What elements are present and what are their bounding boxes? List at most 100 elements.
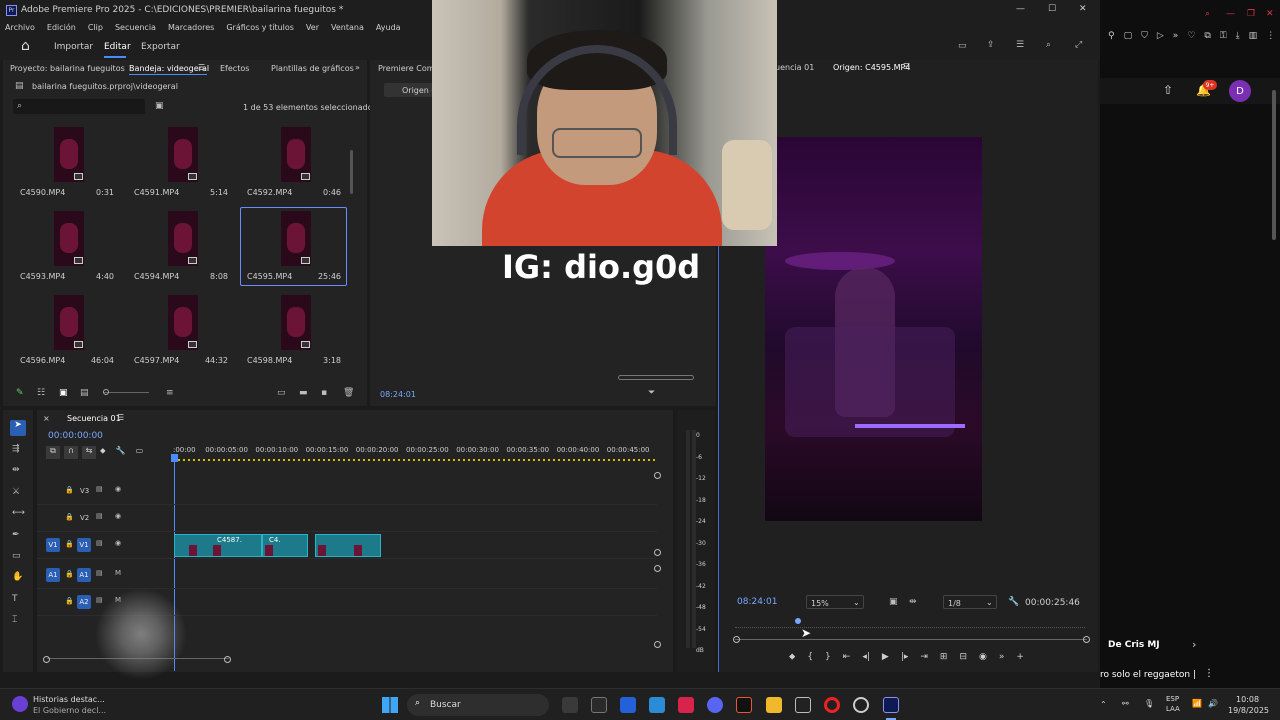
sync-lock-icon[interactable]: ▤ (96, 539, 103, 547)
panel-layout-icon[interactable]: ▭ (958, 41, 967, 51)
search-icon[interactable]: ⌕ (1046, 40, 1051, 50)
lang-esp[interactable]: ESP (1166, 695, 1179, 703)
track-label-v1[interactable]: V1 (77, 538, 91, 552)
media-item[interactable]: C4596.MP4 46:04 (13, 293, 118, 369)
media-item[interactable]: C4590.MP4 0:31 (13, 125, 118, 201)
tab-proyecto[interactable]: Proyecto: bailarina fueguitos (10, 64, 125, 73)
hand-icon[interactable]: ✋ (12, 572, 23, 582)
windows-start-icon[interactable] (382, 697, 398, 713)
media-item[interactable]: C4594.MP4 8:08 (127, 209, 232, 285)
go-to-out-icon[interactable]: ⇥ (920, 652, 928, 662)
ripple-edit-icon[interactable]: ⇹ (12, 465, 20, 475)
mute-icon[interactable]: M (115, 569, 121, 577)
new-folder-icon[interactable]: ▬ (299, 388, 308, 398)
tiktok-icon[interactable] (736, 697, 752, 713)
track-label-v3[interactable]: V3 (80, 487, 89, 495)
menu-clip[interactable]: Clip (88, 23, 103, 32)
editar-tab[interactable]: Editar (104, 42, 131, 52)
track-label-a1[interactable]: A1 (77, 568, 91, 582)
timeline-ruler[interactable]: :00:00 00:00:05:00 00:00:10:00 00:00:15:00 0… (173, 446, 657, 462)
snap-icon[interactable]: ∩ (64, 446, 78, 459)
resolution-select[interactable]: 1/8 ⌄ (943, 595, 997, 609)
sync-lock-icon[interactable]: ▤ (96, 485, 103, 493)
sort-icon[interactable]: ≡ (166, 388, 174, 398)
mid-scroll[interactable] (618, 375, 694, 380)
h-scroll-start[interactable] (43, 656, 50, 663)
settings-icon[interactable] (853, 697, 869, 713)
news-title[interactable]: Historias destac... (33, 695, 105, 704)
step-forward-icon[interactable]: |▸ (901, 652, 909, 662)
lock-icon[interactable]: 🔒 (65, 540, 74, 548)
more-icon[interactable]: ⋮ (1266, 31, 1275, 41)
avatar[interactable]: D (1229, 80, 1251, 102)
sync-lock-icon[interactable]: ▤ (96, 569, 103, 577)
play-icon[interactable]: ▶ (882, 652, 889, 662)
upload-icon[interactable]: ⇧ (1163, 83, 1173, 97)
selection-tool-icon[interactable]: ➤ (10, 420, 26, 436)
pencil-icon[interactable]: ✎ (16, 388, 24, 398)
v-scroll-knob[interactable] (654, 472, 661, 479)
origen-menu-icon[interactable]: ☰ (903, 62, 910, 71)
bluetooth-icon[interactable]: ⚯ (1122, 699, 1129, 708)
clip-v1-b[interactable]: C4. (262, 534, 308, 557)
scrollbar[interactable] (350, 150, 353, 194)
trash-icon[interactable]: 🗑 (343, 388, 354, 398)
more-tabs-icon[interactable]: » (355, 63, 360, 72)
menu-edicion[interactable]: Edición (47, 23, 76, 32)
menu-lines-icon[interactable]: ☰ (1016, 40, 1024, 50)
chat-next-icon[interactable]: › (1192, 638, 1196, 651)
menu-archivo[interactable]: Archivo (5, 23, 35, 32)
sync-lock-icon[interactable]: ▤ (96, 512, 103, 520)
file-explorer-icon[interactable] (766, 697, 782, 713)
menu-ayuda[interactable]: Ayuda (376, 23, 401, 32)
menu-marcadores[interactable]: Marcadores (168, 23, 214, 32)
a-scroll-knob[interactable] (654, 565, 661, 572)
zoom-bar[interactable] (735, 639, 1087, 640)
caption-icon[interactable]: ⌶ (12, 615, 17, 625)
close-icon[interactable]: ✕ (1266, 9, 1274, 19)
pin-icon[interactable]: ⚲ (1108, 31, 1115, 41)
task-view-icon[interactable] (562, 697, 578, 713)
pen-icon[interactable]: ✒ (12, 530, 20, 540)
minimize-icon[interactable]: — (1226, 9, 1235, 19)
tab-secuencia[interactable]: uencia 01 (775, 63, 814, 72)
razor-icon[interactable]: ⚔ (12, 487, 20, 497)
media-item[interactable]: C4593.MP4 4:40 (13, 209, 118, 285)
photos-icon[interactable] (649, 697, 665, 713)
menu-secuencia[interactable]: Secuencia (115, 23, 156, 32)
discord-icon[interactable] (707, 697, 723, 713)
media-player-icon[interactable] (620, 697, 636, 713)
tab-menu-icon[interactable]: ☰ (198, 63, 205, 72)
zoom-bar-end[interactable] (1083, 636, 1090, 643)
mark-in-icon[interactable]: { (807, 652, 813, 662)
search-icon[interactable]: ⌕ (1205, 9, 1210, 19)
add-marker-icon[interactable]: ⬥ (100, 446, 106, 459)
wifi-icon[interactable]: 📶 (1192, 699, 1202, 708)
track-label-a2[interactable]: A2 (77, 595, 91, 609)
opera-icon[interactable] (824, 697, 840, 713)
media-item[interactable]: C4597.MP4 44:32 (127, 293, 232, 369)
chat-entry[interactable]: De Cris MJ (1108, 640, 1160, 650)
eye-icon[interactable]: ◉ (115, 539, 121, 547)
marker-icon[interactable]: ⬥ (789, 652, 795, 662)
new-bin-icon[interactable]: ▣ (155, 101, 164, 111)
filter-icon[interactable]: ⏷ (648, 388, 655, 398)
insert-icon[interactable]: ⊞ (940, 652, 948, 662)
tab-efectos[interactable]: Efectos (220, 64, 249, 73)
rectangle-icon[interactable]: ▭ (12, 551, 21, 561)
playhead-marker[interactable] (795, 618, 801, 624)
playhead-handle[interactable] (171, 454, 178, 462)
media-item[interactable]: C4591.MP4 5:14 (127, 125, 232, 201)
zoom-select[interactable]: 15% ⌄ (806, 595, 864, 609)
icon-view-icon[interactable]: ▣ (59, 388, 68, 398)
importar-tab[interactable]: Importar (54, 42, 93, 52)
more-vert-icon[interactable]: ⋮ (1204, 668, 1214, 679)
tab-plantillas[interactable]: Plantillas de gráficos (271, 64, 354, 73)
eye-icon[interactable]: ◉ (115, 485, 121, 493)
zoom-knob[interactable] (103, 389, 109, 395)
track-select-icon[interactable]: ⇶ (12, 444, 20, 454)
v-scroll-knob[interactable] (654, 549, 661, 556)
source-patch-v1[interactable]: V1 (46, 538, 60, 552)
menu-ver[interactable]: Ver (306, 23, 319, 32)
tray-chevron-icon[interactable]: ⌃ (1100, 700, 1107, 709)
